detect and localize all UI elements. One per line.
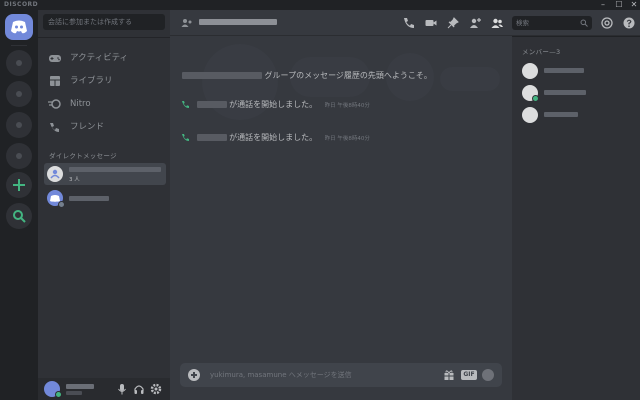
message-composer[interactable]: yukimura, masamune へメッセージを送信 GIF bbox=[180, 363, 502, 387]
group-name-redacted bbox=[182, 72, 262, 79]
upload-plus-icon[interactable] bbox=[188, 369, 200, 381]
chat-area: グループのメッセージ履歴の先頭へようこそ。 が通話を開始しました。 昨日 午後8… bbox=[170, 10, 512, 400]
title-bar: DISCORD – ☐ ✕ bbox=[0, 0, 640, 10]
nav-label: アクティビティ bbox=[70, 53, 129, 63]
gif-button[interactable]: GIF bbox=[461, 370, 477, 380]
member-item[interactable] bbox=[520, 83, 636, 103]
member-item[interactable] bbox=[520, 105, 636, 125]
help-icon[interactable] bbox=[622, 16, 636, 30]
nav-friends[interactable]: フレンド bbox=[44, 117, 164, 137]
avatar bbox=[522, 107, 538, 123]
member-item[interactable] bbox=[520, 61, 636, 81]
add-friend-to-dm-icon[interactable] bbox=[468, 16, 482, 30]
nav-nitro[interactable]: Nitro bbox=[44, 94, 164, 114]
member-name-redacted bbox=[544, 112, 578, 117]
username-redacted bbox=[66, 384, 94, 389]
search-input[interactable]: 検索 bbox=[512, 16, 592, 30]
server-icon[interactable] bbox=[6, 50, 32, 76]
library-icon bbox=[50, 76, 60, 86]
system-message: が通話を開始しました。 昨日 午後8時40分 bbox=[181, 99, 370, 110]
phone-call-icon bbox=[182, 101, 189, 108]
search-placeholder: 検索 bbox=[516, 19, 529, 27]
gift-icon[interactable] bbox=[443, 369, 455, 381]
dm-section-header: ダイレクトメッセージ bbox=[49, 152, 117, 160]
pin-icon[interactable] bbox=[446, 16, 460, 30]
discord-logo-icon bbox=[11, 20, 27, 34]
avatar bbox=[522, 63, 538, 79]
divider bbox=[38, 37, 170, 38]
server-icon[interactable] bbox=[6, 81, 32, 107]
nav-label: ライブラリ bbox=[70, 76, 113, 86]
gamepad-icon bbox=[49, 55, 61, 62]
server-rail bbox=[0, 10, 38, 400]
find-conversation-button[interactable]: 会話に参加または作成する bbox=[43, 14, 165, 30]
start-voice-call-icon[interactable] bbox=[402, 16, 416, 30]
welcome-message: グループのメッセージ履歴の先頭へようこそ。 bbox=[182, 70, 432, 81]
friends-icon bbox=[50, 123, 59, 132]
user-tag-redacted bbox=[66, 391, 82, 395]
headphones-icon[interactable] bbox=[132, 382, 146, 396]
explore-servers-button[interactable] bbox=[6, 203, 32, 229]
dm-member-count: 3 人 bbox=[69, 177, 80, 183]
user-panel bbox=[38, 378, 170, 400]
header-toolbar: 検索 bbox=[398, 10, 640, 36]
microphone-icon[interactable] bbox=[115, 382, 129, 396]
timestamp: 昨日 午後8時40分 bbox=[324, 103, 370, 109]
timestamp: 昨日 午後8時40分 bbox=[324, 136, 370, 142]
dm-name-redacted bbox=[69, 167, 161, 172]
dm-item-group[interactable]: 3 人 bbox=[44, 163, 166, 185]
server-icon[interactable] bbox=[6, 143, 32, 169]
member-name-redacted bbox=[544, 68, 584, 73]
video-call-icon[interactable] bbox=[424, 16, 438, 30]
offline-status-icon bbox=[58, 201, 65, 208]
caller-name-redacted bbox=[196, 134, 227, 141]
group-icon bbox=[181, 19, 192, 27]
emoji-icon[interactable] bbox=[482, 369, 494, 381]
online-status-icon bbox=[55, 391, 62, 398]
nav-activity[interactable]: アクティビティ bbox=[44, 48, 164, 68]
chat-title-redacted bbox=[199, 19, 277, 25]
app-brand: DISCORD bbox=[4, 1, 39, 8]
message-text: が通話を開始しました。 bbox=[229, 133, 318, 142]
member-name-redacted bbox=[544, 90, 586, 95]
phone-call-icon bbox=[182, 134, 189, 141]
welcome-text: グループのメッセージ履歴の先頭へようこそ。 bbox=[264, 71, 432, 80]
server-icon[interactable] bbox=[6, 112, 32, 138]
maximize-button[interactable]: ☐ bbox=[612, 0, 626, 10]
nav-library[interactable]: ライブラリ bbox=[44, 71, 164, 91]
message-text: が通話を開始しました。 bbox=[229, 100, 318, 109]
caller-name-redacted bbox=[196, 101, 227, 108]
system-message: が通話を開始しました。 昨日 午後8時40分 bbox=[181, 132, 370, 143]
plus-icon bbox=[13, 179, 25, 191]
gear-icon[interactable] bbox=[149, 382, 163, 396]
add-server-button[interactable] bbox=[6, 172, 32, 198]
mentions-icon[interactable] bbox=[600, 16, 614, 30]
member-list: メンバー—3 bbox=[512, 37, 640, 400]
online-status-icon bbox=[532, 95, 539, 102]
nitro-icon bbox=[48, 99, 61, 109]
dm-sidebar: 会話に参加または作成する アクティビティ ライブラリ Nitro フレンド ダイ… bbox=[38, 10, 170, 400]
member-list-header: メンバー—3 bbox=[522, 48, 561, 56]
home-button[interactable] bbox=[5, 14, 33, 40]
message-input[interactable]: yukimura, masamune へメッセージを送信 bbox=[210, 363, 352, 387]
group-dm-icon bbox=[47, 166, 63, 182]
dm-item-user[interactable] bbox=[44, 187, 166, 209]
search-icon bbox=[13, 210, 26, 223]
rail-divider bbox=[11, 45, 27, 46]
close-window-button[interactable]: ✕ bbox=[627, 0, 640, 10]
nav-label: フレンド bbox=[70, 122, 105, 132]
nav-label: Nitro bbox=[70, 99, 91, 109]
minimize-button[interactable]: – bbox=[596, 0, 610, 10]
member-list-icon[interactable] bbox=[490, 16, 504, 30]
search-icon bbox=[580, 19, 588, 27]
dm-name-redacted bbox=[69, 196, 109, 201]
